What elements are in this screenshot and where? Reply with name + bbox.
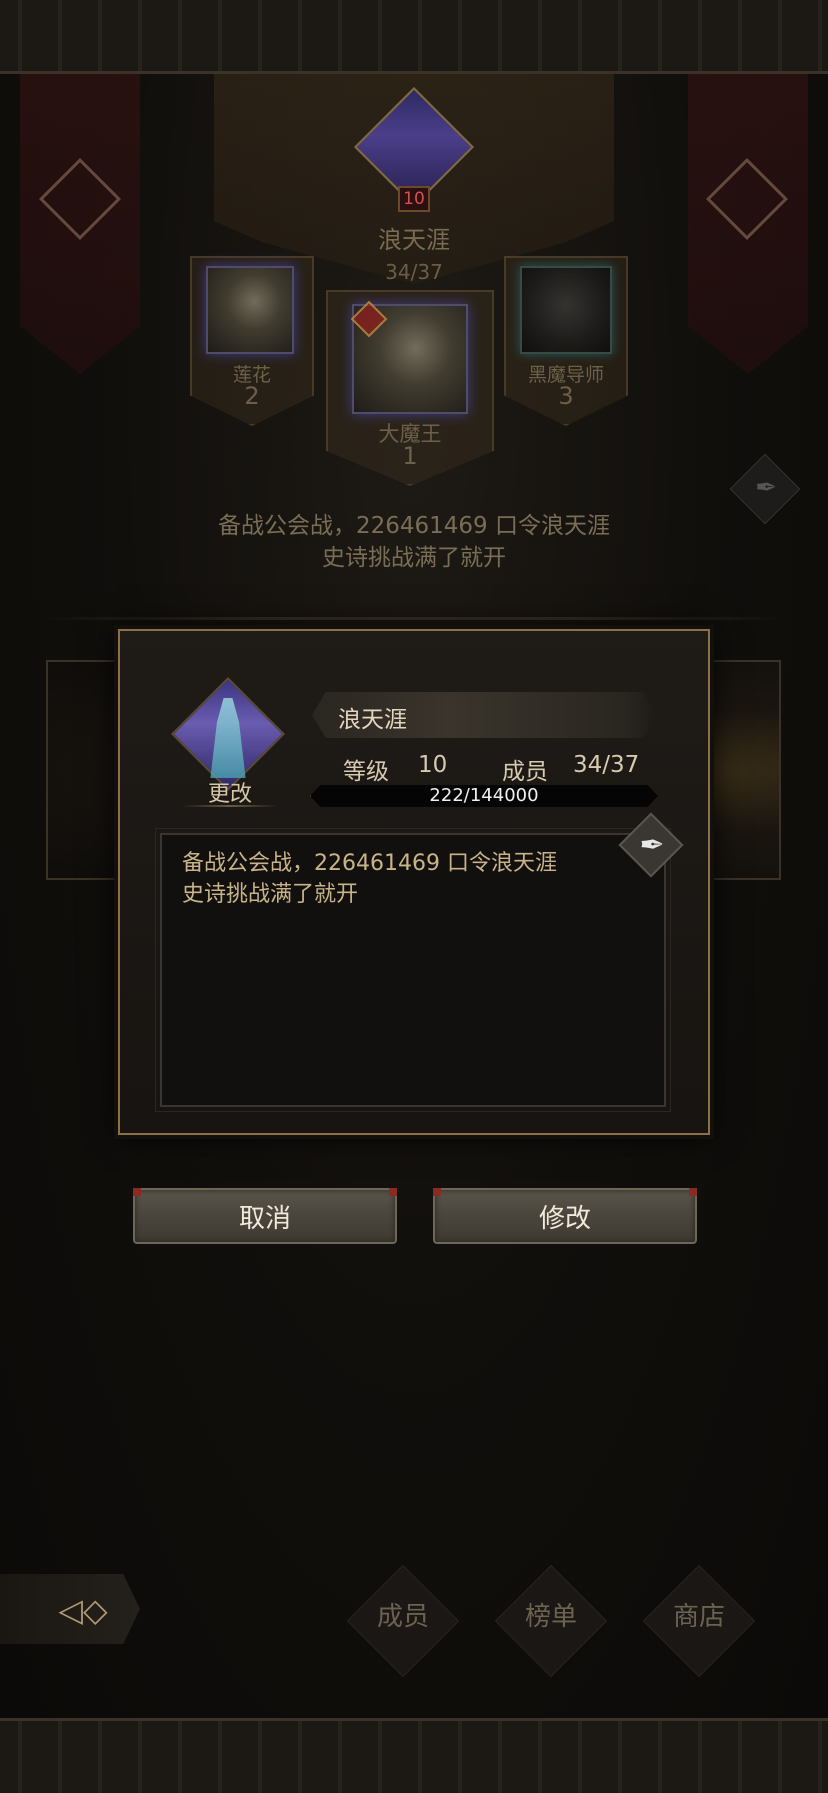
change-underline <box>182 805 278 807</box>
rank-1-number: 1 <box>402 442 418 470</box>
level-value: 10 <box>418 752 448 778</box>
change-emblem-button[interactable]: 更改 <box>195 776 265 808</box>
bottom-ornament-bar <box>0 1718 828 1793</box>
guild-notice-line-1: 备战公会战，226461469 口令浪天涯 <box>217 513 610 539</box>
level-label: 等级 <box>343 759 389 785</box>
confirm-edit-button[interactable]: 修改 <box>433 1188 697 1244</box>
nav-members-label: 成员 <box>376 1602 429 1632</box>
members-label: 成员 <box>502 759 548 785</box>
dialog-guild-name: 浪天涯 <box>338 707 407 733</box>
back-arrow-icon: ◁◇ <box>58 1591 108 1629</box>
exp-progress-text: 222/144000 <box>429 785 539 806</box>
guild-member-count: 34/37 <box>385 260 443 284</box>
quill-icon: ✒ <box>755 473 777 503</box>
guild-level-badge: 10 <box>398 186 430 212</box>
quill-icon: ✒ <box>639 828 665 863</box>
cancel-button[interactable]: 取消 <box>133 1188 397 1244</box>
top-ornament-bar <box>0 0 828 74</box>
nav-rankings-label: 榜单 <box>524 1602 577 1632</box>
rank-3-avatar[interactable] <box>520 266 612 354</box>
guild-name: 浪天涯 <box>378 226 450 254</box>
members-value: 34/37 <box>573 752 640 778</box>
announcement-text[interactable]: 备战公会战，226461469 口令浪天涯 史诗挑战满了就开 <box>182 848 652 910</box>
rank-2-number: 2 <box>244 382 260 410</box>
guild-notice-line-2: 史诗挑战满了就开 <box>322 545 506 571</box>
rank-2-avatar[interactable] <box>206 266 294 354</box>
nav-shop-label: 商店 <box>672 1602 725 1632</box>
rank-3-number: 3 <box>558 382 574 410</box>
divider <box>40 617 788 620</box>
